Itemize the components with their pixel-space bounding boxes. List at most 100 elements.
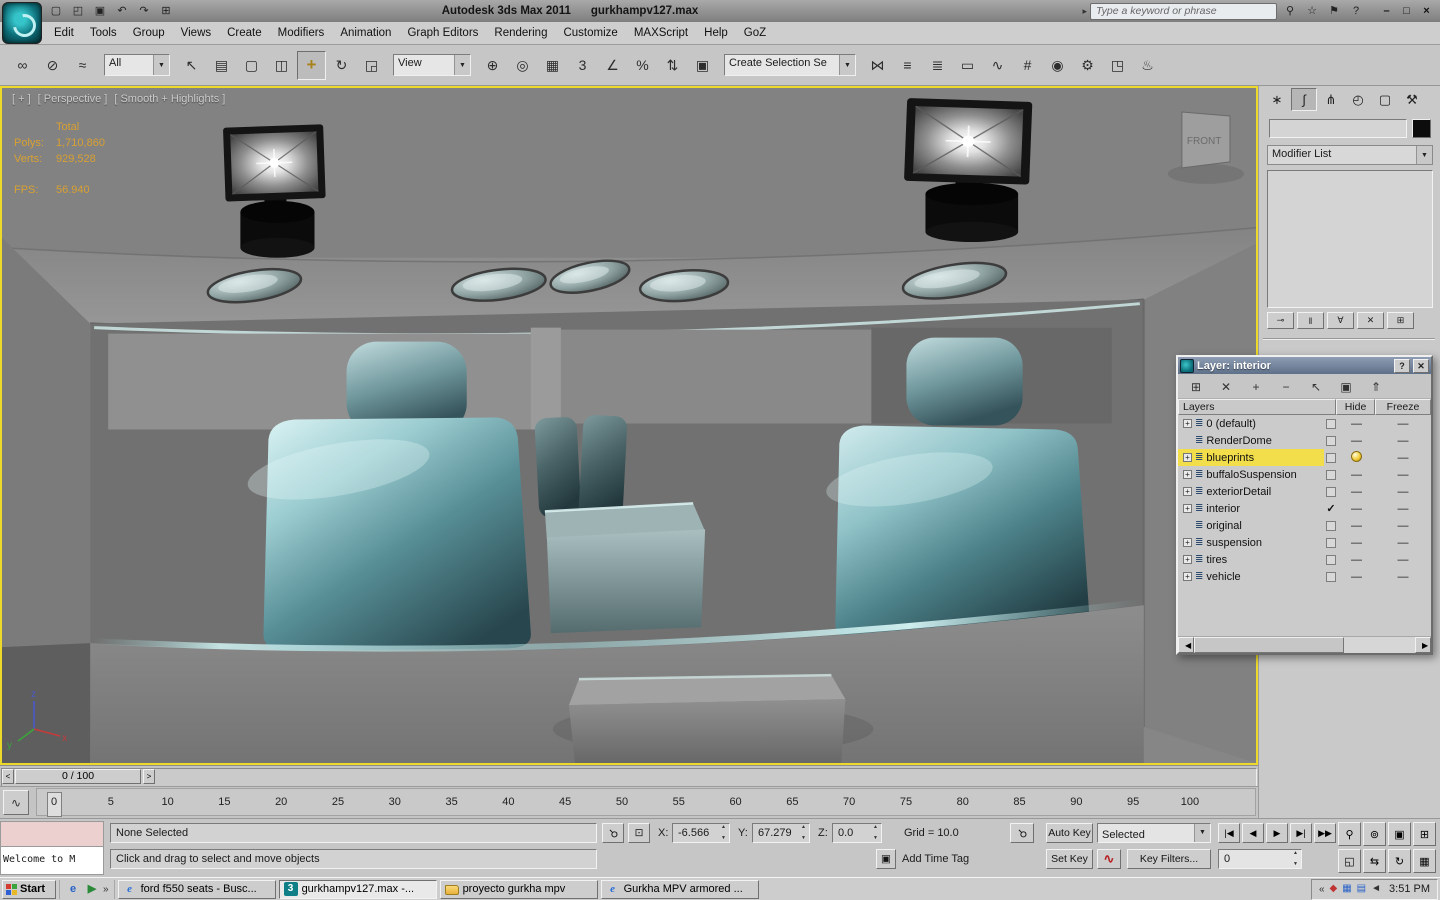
next-frame-arrow[interactable]: > [143,769,155,784]
taskbar-window-button[interactable]: e ford f550 seats - Busc... [117,879,276,899]
menu-item[interactable]: Help [696,22,736,44]
expand-toggle-icon[interactable]: + [1183,419,1192,428]
layer-hide-toggle[interactable]: — [1338,537,1375,549]
select-object-icon[interactable]: ↖ [177,51,206,80]
zoom-region-icon[interactable]: ◱ [1338,849,1361,873]
object-name-field[interactable] [1269,119,1407,138]
quick-launch-chevron-icon[interactable]: » [103,884,109,895]
display-tray-icon[interactable]: ▦ [1342,881,1351,897]
project-folder-icon[interactable]: ⊞ [156,2,176,20]
new-key-filter-icon[interactable]: ∿ [1097,849,1121,869]
layer-freeze-toggle[interactable]: — [1375,571,1431,583]
time-slider-handle[interactable]: 0 / 100 [15,769,141,784]
undo-icon[interactable]: ↶ [112,2,132,20]
layer-name[interactable]: original [1206,520,1241,532]
selection-filter-dropdown[interactable]: All ▼ [104,54,170,76]
menu-item[interactable]: Group [125,22,173,44]
tab-hierarchy[interactable]: ⋔ [1318,88,1344,111]
snap-toggle-3d-icon[interactable]: 3 [568,51,597,80]
listener-output[interactable]: Welcome to M [0,847,104,875]
scrollbar-thumb[interactable] [1194,637,1344,653]
time-slider-track[interactable] [1,768,1257,787]
isolate-key-toggle[interactable]: ⚲ [1010,823,1034,843]
previous-frame-arrow[interactable]: < [2,769,14,784]
viewport-shading-menu[interactable]: [ Smooth + Highlights ] [114,93,225,105]
column-header-freeze[interactable]: Freeze [1375,399,1431,415]
ie-quicklaunch-icon[interactable]: e [65,881,81,897]
layer-hide-toggle[interactable] [1338,451,1375,465]
layer-row[interactable]: ≣ RenderDome — — [1178,432,1431,449]
menu-item[interactable]: Animation [332,22,399,44]
go-to-end-button[interactable]: ▶▶ [1314,823,1336,843]
listener-macro-recorder[interactable] [0,821,104,847]
current-layer-checkbox[interactable] [1324,521,1338,531]
layer-row[interactable]: + ≣ blueprints — [1178,449,1431,466]
scrollbar-track[interactable] [1194,637,1415,653]
current-layer-checkbox[interactable] [1324,436,1338,446]
expand-toggle-icon[interactable] [1183,436,1192,445]
play-button[interactable]: ▶ [1266,823,1288,843]
layer-dialog-titlebar[interactable]: Layer: interior ? ✕ [1178,357,1431,374]
layer-row[interactable]: + ≣ interior ✓ — — [1178,500,1431,517]
render-production-icon[interactable]: ♨ [1133,51,1162,80]
media-quicklaunch-icon[interactable]: ▶ [84,881,100,897]
maxscript-mini-listener[interactable]: Welcome to M [0,821,104,875]
tab-modify[interactable]: ∫ [1291,88,1317,111]
spinner-icon[interactable]: ▲ ▼ [719,825,728,841]
zoom-icon[interactable]: ⚲ [1338,822,1361,846]
layer-hide-toggle[interactable]: — [1338,469,1375,481]
scroll-left-button[interactable]: ◀ [1178,637,1194,653]
spinner-snap-icon[interactable]: ⇅ [658,51,687,80]
layer-row[interactable]: + ≣ vehicle — — [1178,568,1431,585]
named-selection-dropdown[interactable]: Create Selection Se ▼ [724,54,856,76]
graphite-ribbon-icon[interactable]: ▭ [953,51,982,80]
curve-editor-icon[interactable]: ∿ [983,51,1012,80]
expand-toggle-icon[interactable]: + [1183,504,1192,513]
add-to-layer-icon[interactable]: + [1246,377,1266,396]
layer-freeze-toggle[interactable]: — [1375,486,1431,498]
schematic-view-icon[interactable]: # [1013,51,1042,80]
expand-toggle-icon[interactable]: + [1183,572,1192,581]
pan-icon[interactable]: ⇆ [1363,849,1386,873]
configure-modifier-sets-icon[interactable]: ⊞ [1387,312,1414,329]
layer-freeze-toggle[interactable]: — [1375,452,1431,464]
use-pivot-center-icon[interactable]: ⊕ [478,51,507,80]
menu-item[interactable]: Tools [82,22,125,44]
column-header-hide[interactable]: Hide [1336,399,1375,415]
select-and-link-icon[interactable]: ∞ [8,51,37,80]
expand-toggle-icon[interactable] [1183,521,1192,530]
tray-chevron-icon[interactable]: « [1319,884,1325,895]
layer-name[interactable]: buffaloSuspension [1206,469,1296,481]
expand-toggle-icon[interactable]: + [1183,470,1192,479]
close-button[interactable]: × [1417,3,1436,20]
menu-item[interactable]: MAXScript [626,22,696,44]
x-coordinate-field[interactable]: -6.566 ▲ ▼ [672,823,730,843]
selection-region-icon[interactable]: ▢ [237,51,266,80]
go-to-start-button[interactable]: |◀ [1218,823,1240,843]
menu-item[interactable]: Graph Editors [399,22,486,44]
layer-hide-toggle[interactable]: — [1338,554,1375,566]
select-and-manipulate-icon[interactable]: ◎ [508,51,537,80]
menu-item[interactable]: Views [173,22,219,44]
current-layer-checkbox[interactable] [1324,470,1338,480]
dialog-close-button[interactable]: ✕ [1413,358,1429,373]
layer-manager-icon[interactable]: ≣ [923,51,952,80]
current-layer-checkbox[interactable]: ✓ [1324,502,1338,515]
delete-layer-icon[interactable]: ✕ [1216,377,1236,396]
save-file-icon[interactable]: ▣ [90,2,110,20]
current-layer-checkbox[interactable] [1324,419,1338,429]
current-layer-checkbox[interactable] [1324,538,1338,548]
named-selection-sets-icon[interactable]: ▣ [688,51,717,80]
layer-name[interactable]: 0 (default) [1206,418,1256,430]
track-bar-ruler[interactable]: 0 5 10 15 20 25 30 35 40 45 50 55 60 65 70 75 80 85 90 95 10… [36,788,1256,817]
layer-hide-toggle[interactable]: — [1338,571,1375,583]
select-by-name-icon[interactable]: ▤ [207,51,236,80]
key-mode-dropdown[interactable]: Selected ▼ [1097,823,1211,843]
open-file-icon[interactable]: ◰ [68,2,88,20]
layer-row[interactable]: ≣ original — — [1178,517,1431,534]
maximize-viewport-icon[interactable]: ▦ [1413,849,1436,873]
layer-freeze-toggle[interactable]: — [1375,418,1431,430]
layer-name[interactable]: tires [1206,554,1227,566]
layer-name[interactable]: interior [1206,503,1240,515]
menu-item[interactable]: GoZ [736,22,774,44]
